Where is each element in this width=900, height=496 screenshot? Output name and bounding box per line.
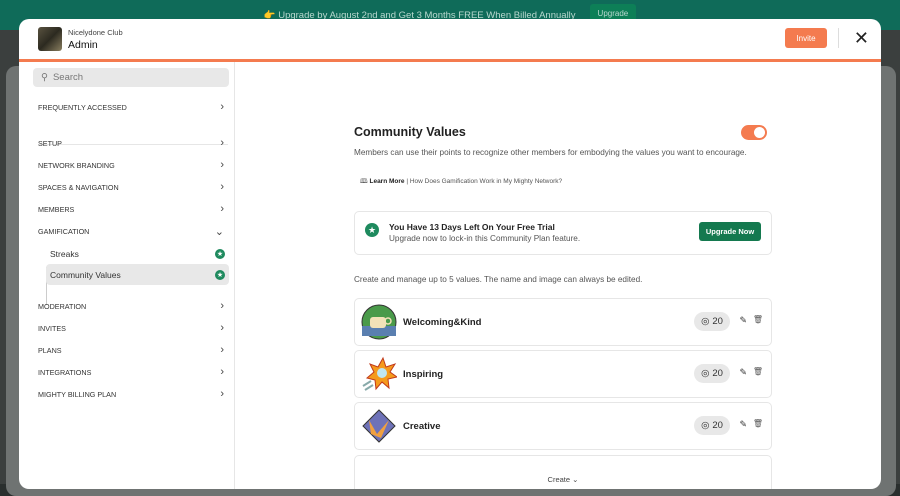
values-hint: Create and manage up to 5 values. The na… — [354, 275, 643, 284]
book-icon: 🕮 — [360, 178, 368, 185]
trash-icon[interactable]: 🗑 — [753, 419, 763, 428]
pencil-icon[interactable]: ✎ — [739, 367, 747, 378]
points-icon: ◎ — [701, 420, 710, 431]
upgrade-now-button[interactable]: Upgrade Now — [699, 222, 761, 241]
value-card: Inspiring ◎ 20 ✎ 🗑 — [354, 350, 772, 398]
sidebar-item-label: MIGHTY BILLING PLAN — [38, 389, 117, 399]
page-title: Community Values — [354, 125, 466, 139]
sidebar-item-label: SETUP — [38, 138, 62, 148]
trial-notice: ★ You Have 13 Days Left On Your Free Tri… — [354, 211, 772, 255]
search-input[interactable]: ⚲ Search — [33, 68, 229, 87]
club-logo — [38, 27, 62, 51]
value-card: Creative ◎ 20 ✎ 🗑 — [354, 402, 772, 450]
sidebar-item-invites[interactable]: INVITES › — [38, 321, 224, 335]
sidebar-item-label: MODERATION — [38, 301, 87, 311]
chevron-right-icon: › — [220, 322, 224, 334]
sidebar-subitem-streaks[interactable]: Streaks ★ — [46, 243, 229, 264]
points-badge[interactable]: ◎ 20 — [694, 312, 730, 331]
sidebar-item-label: INVITES — [38, 323, 66, 333]
points-value: 20 — [712, 316, 723, 327]
learn-more-text: | How Does Gamification Work in My Might… — [406, 178, 563, 185]
star-badge-icon: ★ — [215, 269, 225, 280]
community-values-toggle[interactable] — [741, 125, 767, 140]
trash-icon[interactable]: 🗑 — [753, 315, 763, 324]
description: Members can use their points to recogniz… — [354, 148, 747, 157]
coffee-cup-image — [361, 304, 397, 340]
chevron-right-icon: › — [220, 101, 224, 113]
chevron-down-icon: ⌄ — [572, 475, 579, 484]
sidebar-item-moderation[interactable]: MODERATION › — [38, 299, 224, 313]
subitem-label: Streaks — [50, 248, 79, 259]
value-name: Creative — [403, 421, 441, 432]
burst-image — [362, 356, 397, 391]
trial-subtitle: Upgrade now to lock-in this Community Pl… — [389, 234, 581, 243]
points-value: 20 — [712, 368, 723, 379]
sidebar-subitem-community-values[interactable]: Community Values ★ — [46, 264, 229, 285]
chevron-right-icon: › — [220, 159, 224, 171]
value-name: Inspiring — [403, 369, 444, 380]
points-badge[interactable]: ◎ 20 — [694, 416, 730, 435]
chevron-down-icon: ⌄ — [214, 225, 224, 238]
sidebar-item-label: MEMBERS — [38, 204, 75, 214]
pencil-icon[interactable]: ✎ — [739, 419, 747, 430]
chevron-right-icon: › — [220, 137, 224, 149]
search-icon: ⚲ — [41, 72, 48, 83]
chevron-right-icon: › — [220, 388, 224, 400]
points-icon: ◎ — [701, 368, 710, 379]
star-badge-icon: ★ — [215, 248, 225, 259]
trash-icon[interactable]: 🗑 — [753, 367, 763, 376]
sidebar-item-gamification[interactable]: GAMIFICATION ⌄ — [38, 224, 224, 238]
value-card: Welcoming&Kind ◎ 20 ✎ 🗑 — [354, 298, 772, 346]
divider — [838, 28, 839, 48]
sidebar-item-members[interactable]: MEMBERS › — [38, 202, 224, 216]
sidebar-item-label: FREQUENTLY ACCESSED — [38, 102, 127, 112]
sidebar-item-frequently-accessed[interactable]: FREQUENTLY ACCESSED › — [38, 100, 224, 114]
chevron-right-icon: › — [220, 203, 224, 215]
trial-title: You Have 13 Days Left On Your Free Trial — [389, 222, 555, 232]
sidebar-item-spaces[interactable]: SPACES & NAVIGATION › — [38, 180, 224, 194]
sidebar-item-plans[interactable]: PLANS › — [38, 343, 224, 357]
chevron-right-icon: › — [220, 300, 224, 312]
chevron-right-icon: › — [220, 366, 224, 378]
sidebar-item-label: NETWORK BRANDING — [38, 160, 115, 170]
points-badge[interactable]: ◎ 20 — [694, 364, 730, 383]
creative-image — [362, 409, 396, 443]
star-badge-icon: ★ — [365, 223, 379, 237]
sidebar-item-label: GAMIFICATION — [38, 226, 90, 236]
invite-button[interactable]: Invite — [785, 28, 827, 48]
points-value: 20 — [712, 420, 723, 431]
sidebar-item-network-branding[interactable]: NETWORK BRANDING › — [38, 158, 224, 172]
sidebar-item-label: INTEGRATIONS — [38, 367, 92, 377]
admin-modal: Nicelydone Club Admin Invite ✕ ⚲ Search FR… — [19, 19, 881, 489]
modal-header: Nicelydone Club Admin Invite ✕ — [19, 19, 881, 59]
pencil-icon[interactable]: ✎ — [739, 315, 747, 326]
modal-title: Admin — [68, 38, 98, 51]
search-placeholder: Search — [52, 72, 84, 83]
learn-more-link[interactable]: 🕮 Learn More | How Does Gamification Wor… — [360, 177, 562, 188]
chevron-right-icon: › — [220, 344, 224, 356]
sidebar-item-integrations[interactable]: INTEGRATIONS › — [38, 365, 224, 379]
close-icon[interactable]: ✕ — [854, 28, 869, 49]
create-label: Create — [547, 475, 571, 484]
chevron-right-icon: › — [220, 181, 224, 193]
sidebar-item-setup[interactable]: SETUP › — [38, 136, 224, 150]
points-icon: ◎ — [701, 316, 710, 327]
sidebar-item-label: SPACES & NAVIGATION — [38, 182, 119, 192]
club-name: Nicelydone Club — [68, 27, 123, 37]
sidebar-item-label: PLANS — [38, 345, 62, 355]
sidebar-item-billing[interactable]: MIGHTY BILLING PLAN › — [38, 387, 224, 401]
subitem-label: Community Values — [50, 269, 121, 280]
learn-more-label: Learn More — [369, 178, 405, 185]
value-name: Welcoming&Kind — [403, 317, 482, 328]
